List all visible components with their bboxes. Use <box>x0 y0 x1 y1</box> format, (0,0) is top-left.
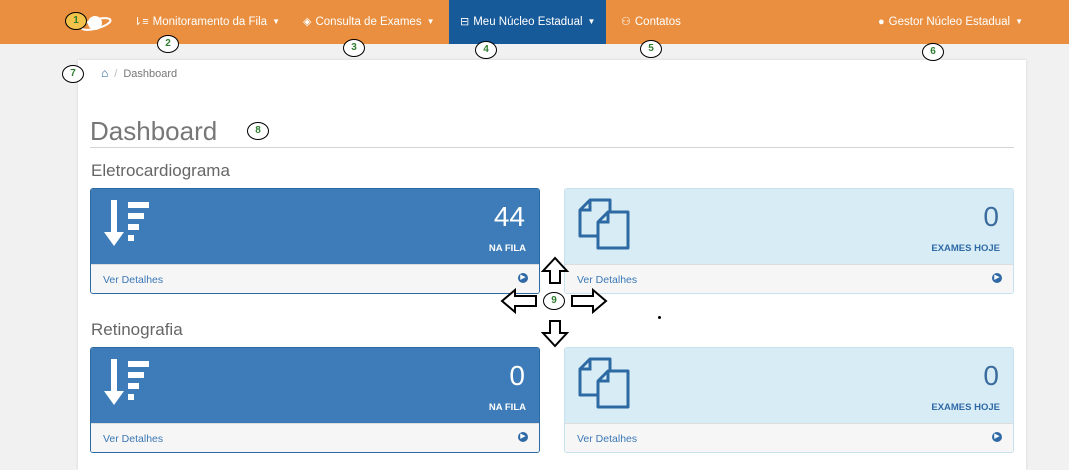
user-icon: ● <box>878 16 885 29</box>
card-retino-exames-hoje: 0 EXAMES HOJE Ver Detalhes ▶ <box>564 347 1014 453</box>
annotation-badge-4: 4 <box>475 41 497 59</box>
title-divider <box>90 147 1014 148</box>
queue-count: 44 <box>493 201 525 232</box>
nav-meu-nucleo-label: Meu Núcleo Estadual <box>473 16 583 29</box>
sort-amount-down-icon <box>104 359 149 405</box>
ver-detalhes-link[interactable]: Ver Detalhes <box>577 433 637 445</box>
arrow-circle-right-icon[interactable]: ▶ <box>992 273 1002 283</box>
card-footer-link[interactable]: Ver Detalhes ▶ <box>565 423 1013 452</box>
card-retino-na-fila: 0 NA FILA Ver Detalhes ▶ <box>90 347 540 453</box>
annotation-badge-3: 3 <box>343 39 365 57</box>
queue-caption: NA FILA <box>488 402 526 413</box>
chevron-down-icon: ▼ <box>426 17 435 26</box>
nav-meu-nucleo-estadual[interactable]: ⊟ Meu Núcleo Estadual ▼ <box>449 0 607 44</box>
sort-amount-down-icon <box>104 200 149 246</box>
annotation-badge-5: 5 <box>640 40 662 58</box>
stray-dot <box>658 316 661 319</box>
layers-icon: ◈ <box>303 16 312 29</box>
chevron-down-icon: ▼ <box>587 17 596 26</box>
card-footer-link[interactable]: Ver Detalhes ▶ <box>91 264 539 293</box>
breadcrumb-current: Dashboard <box>123 68 178 80</box>
card-eletro-exames-hoje: 0 EXAMES HOJE Ver Detalhes ▶ <box>564 188 1014 294</box>
queue-caption: NA FILA <box>488 243 526 254</box>
nav-consulta-exames[interactable]: ◈ Consulta de Exames ▼ <box>303 0 435 44</box>
tray-icon: ⊟ <box>460 16 470 29</box>
exames-hoje-count: 0 <box>983 360 999 391</box>
exames-hoje-count: 0 <box>983 201 999 232</box>
copy-files-icon <box>578 198 630 250</box>
card-footer-link[interactable]: Ver Detalhes ▶ <box>565 264 1013 293</box>
annotation-badge-6: 6 <box>922 43 944 61</box>
sort-down-icon: ⇂≡ <box>133 16 149 29</box>
queue-count: 0 <box>509 360 525 391</box>
annotation-badge-1: 1 <box>65 12 87 30</box>
exames-hoje-caption: EXAMES HOJE <box>931 243 1000 254</box>
arrow-circle-right-icon[interactable]: ▶ <box>992 432 1002 442</box>
page-title: Dashboard <box>90 116 218 146</box>
annotation-badge-9: 9 <box>543 292 565 310</box>
annotation-badge-8: 8 <box>247 122 269 140</box>
copy-files-icon <box>578 357 630 409</box>
section-title-eletrocardiograma: Eletrocardiograma <box>91 161 230 180</box>
card-eletro-na-fila: 44 NA FILA Ver Detalhes ▶ <box>90 188 540 294</box>
nav-monitoramento-label: Monitoramento da Fila <box>152 16 268 29</box>
breadcrumb: ⌂ / Dashboard <box>101 66 177 80</box>
chevron-down-icon: ▼ <box>1015 17 1024 26</box>
user-menu-label: Gestor Núcleo Estadual <box>888 16 1011 29</box>
nav-monitoramento-fila[interactable]: ⇂≡ Monitoramento da Fila ▼ <box>133 0 280 44</box>
arrow-circle-right-icon[interactable]: ▶ <box>518 432 528 442</box>
user-menu[interactable]: ● Gestor Núcleo Estadual ▼ <box>878 0 1023 44</box>
home-icon[interactable]: ⌂ <box>101 66 108 80</box>
annotation-badge-2: 2 <box>157 35 179 53</box>
annotation-badge-7: 7 <box>62 65 84 83</box>
ver-detalhes-link[interactable]: Ver Detalhes <box>103 274 163 286</box>
nav-contatos[interactable]: ⚇ Contatos <box>621 0 681 44</box>
chevron-down-icon: ▼ <box>272 17 280 26</box>
nav-consulta-label: Consulta de Exames <box>315 16 422 29</box>
card-footer-link[interactable]: Ver Detalhes ▶ <box>91 423 539 452</box>
users-icon: ⚇ <box>621 16 631 28</box>
section-title-retinografia: Retinografia <box>91 320 183 339</box>
nav-contatos-label: Contatos <box>634 16 681 28</box>
breadcrumb-separator: / <box>114 68 118 80</box>
exames-hoje-caption: EXAMES HOJE <box>931 402 1000 413</box>
ver-detalhes-link[interactable]: Ver Detalhes <box>103 433 163 445</box>
